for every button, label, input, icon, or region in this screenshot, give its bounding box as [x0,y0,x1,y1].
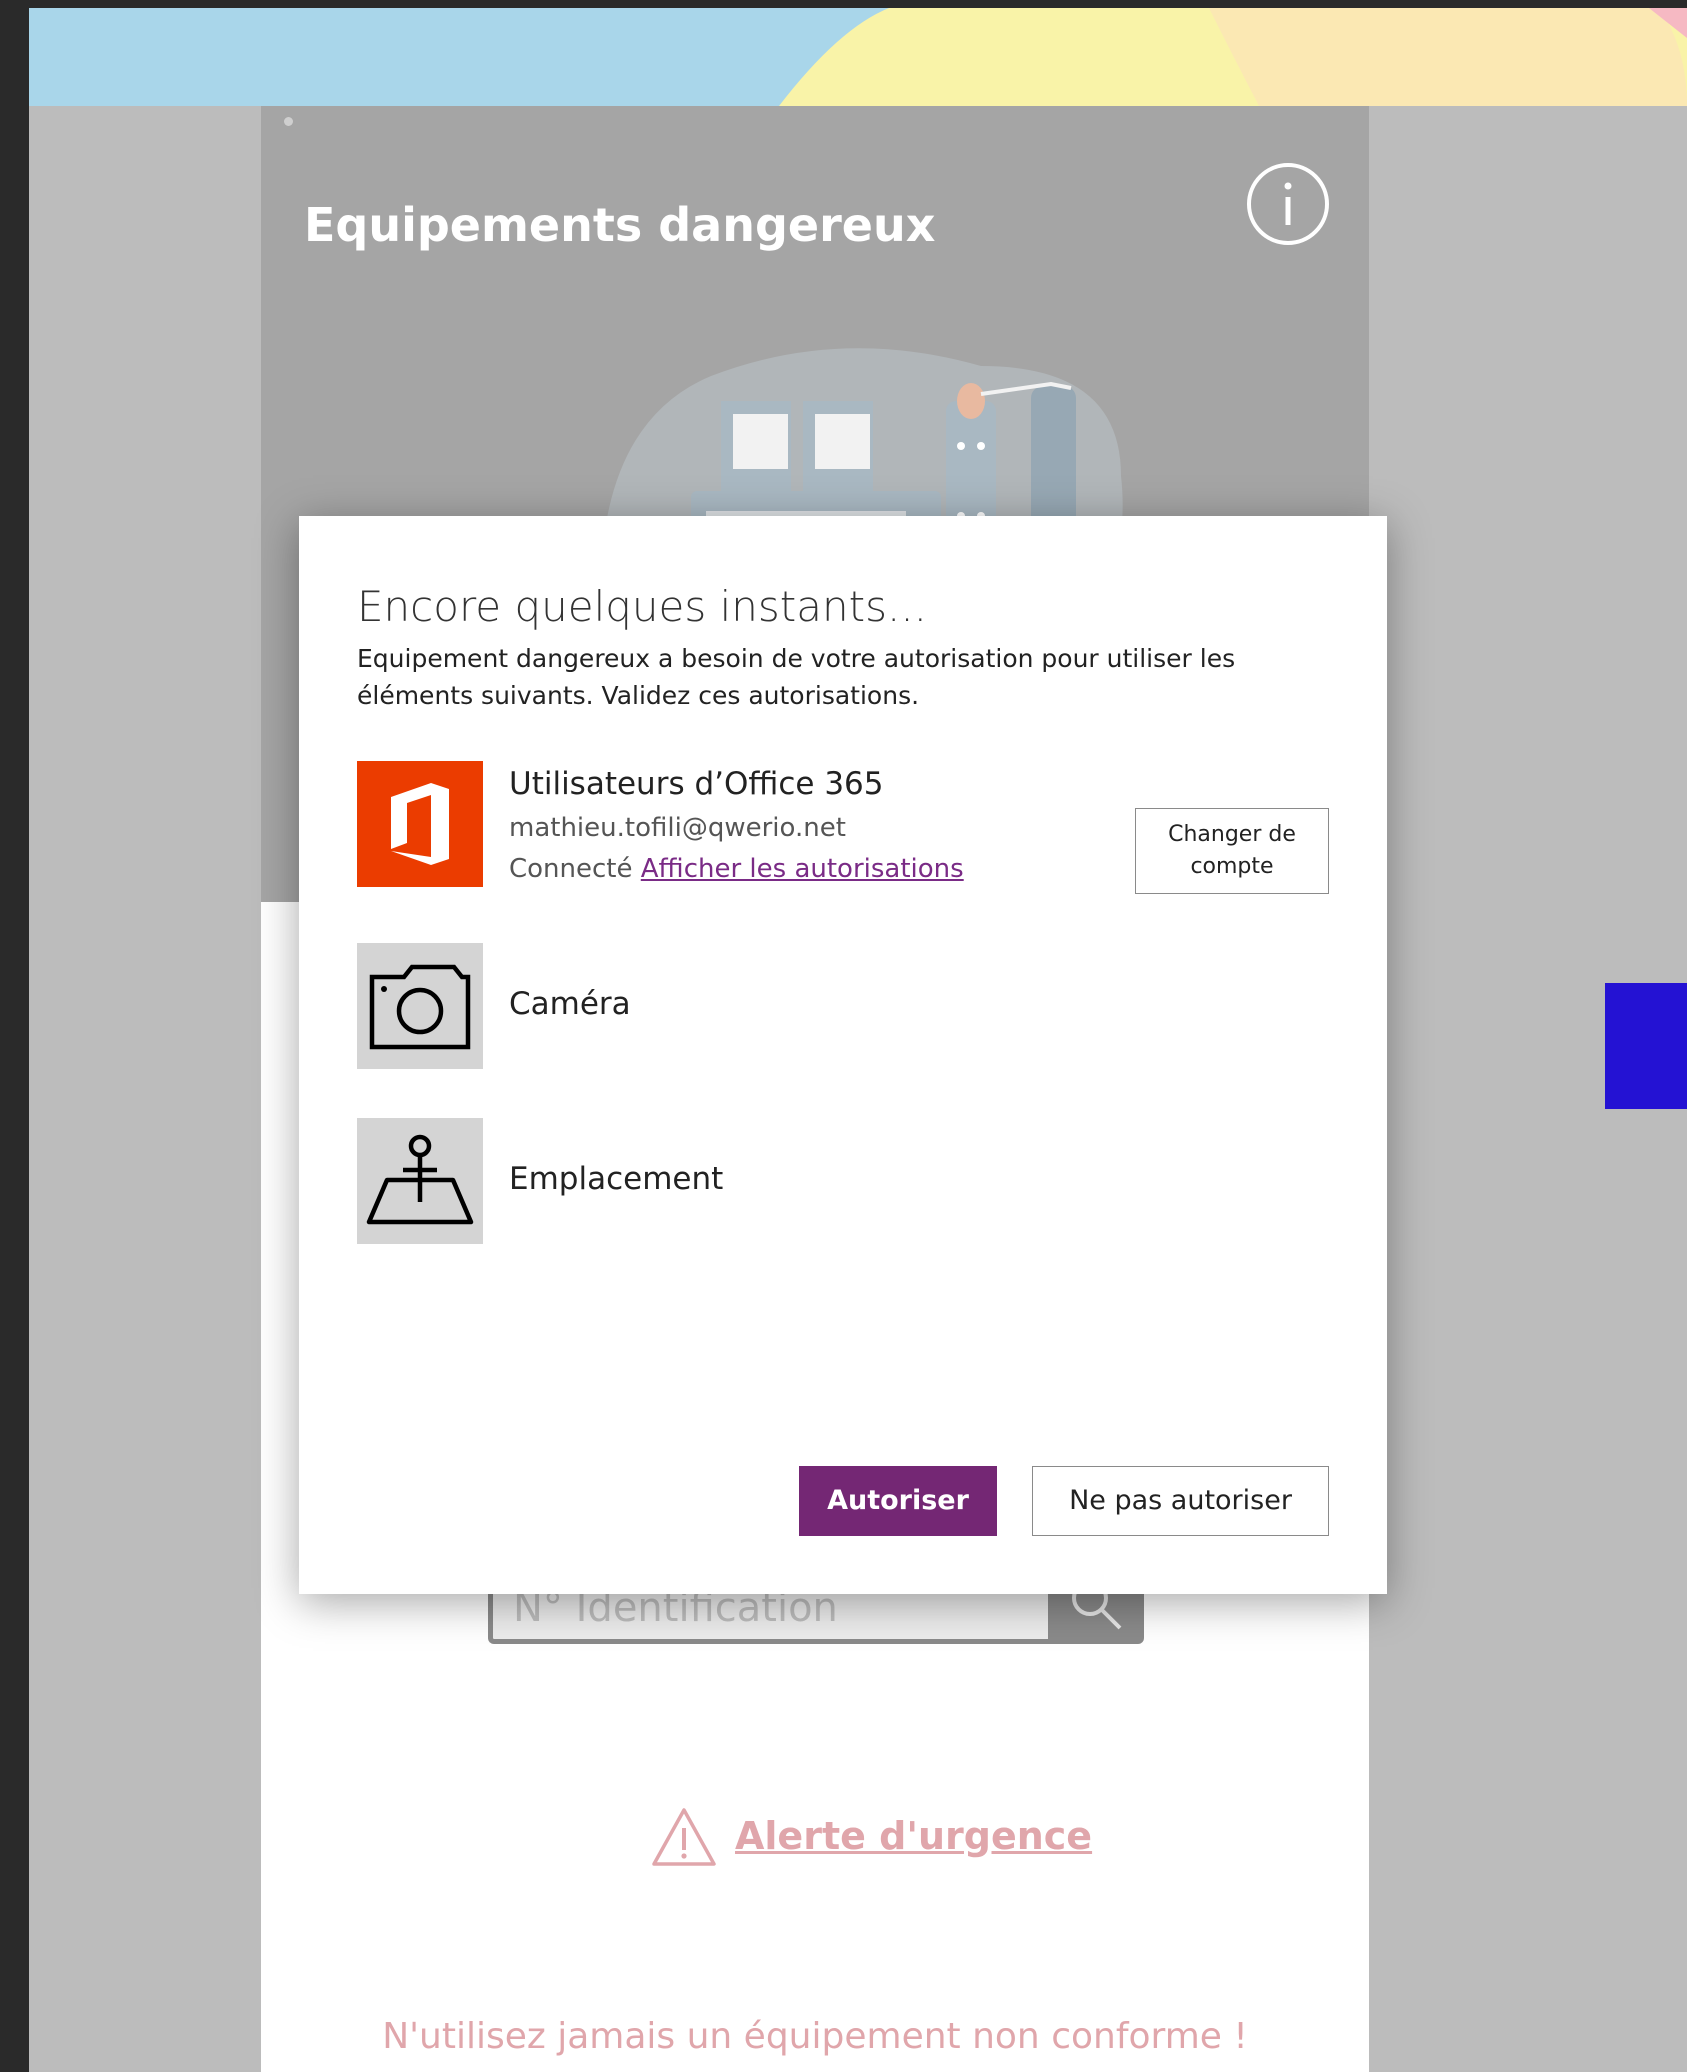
permission-dialog: Encore quelques instants... Equipement d… [299,516,1387,1594]
permission-office-status-row: Connecté Afficher les autorisations [509,854,964,884]
allow-button[interactable]: Autoriser [799,1466,997,1536]
app-stage: Equipements dangereux N° Identification … [29,8,1687,2072]
permission-location-name: Emplacement [509,1161,724,1197]
camera-icon [357,943,483,1069]
deny-button[interactable]: Ne pas autoriser [1032,1466,1329,1536]
view-permissions-link[interactable]: Afficher les autorisations [641,854,964,884]
dialog-title: Encore quelques instants... [357,582,928,631]
decorative-banner [29,8,1687,106]
location-icon [357,1118,483,1244]
permission-camera-name: Caméra [509,986,631,1022]
status-dot [284,117,293,126]
app-title: Equipements dangereux [304,198,936,252]
info-icon[interactable] [1245,161,1331,247]
permission-office-account: mathieu.tofili@qwerio.net [509,813,846,843]
permission-office-status: Connecté [509,854,633,884]
warning-icon [652,1808,716,1866]
side-accent-block [1605,983,1687,1109]
dialog-description: Equipement dangereux a besoin de votre a… [357,644,1236,710]
change-account-button[interactable]: Changer de compte [1135,808,1329,894]
alert-label: Alerte d'urgence [735,1814,1093,1858]
footer-warning: N'utilisez jamais un équipement non conf… [382,2016,1248,2057]
permission-office-name: Utilisateurs d’Office 365 [509,766,884,802]
office-365-icon [357,761,483,887]
